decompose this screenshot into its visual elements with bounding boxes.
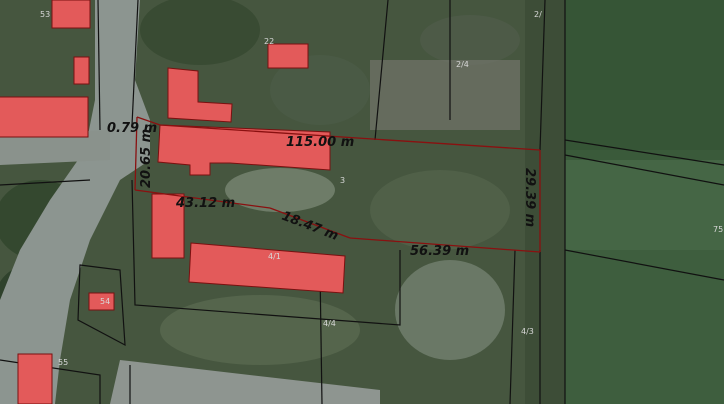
- building: [17, 353, 53, 404]
- plot-number-22: 22: [264, 37, 274, 46]
- plot-number-4-3: 4/3: [521, 327, 534, 336]
- plot-number-4-4: 4/4: [323, 319, 336, 328]
- plot-number-53: 53: [40, 10, 50, 19]
- cadastral-map[interactable]: 0.79 m 115.00 m 20.65 m 43.12 m 18.47 m …: [0, 0, 724, 404]
- building: [51, 0, 91, 29]
- measure-label-c: 20.65 m: [139, 129, 154, 188]
- plot-number-55: 55: [58, 358, 68, 367]
- building: [267, 43, 309, 69]
- plot-number-4-1: 4/1: [268, 252, 281, 261]
- building: [0, 96, 89, 138]
- plot-number-2: 2/: [534, 10, 542, 19]
- measure-label-g: 29.39 m: [522, 168, 537, 227]
- plot-number-75: 75: [713, 225, 723, 234]
- plot-number-54: 54: [100, 297, 110, 306]
- building: [73, 56, 90, 85]
- field-layer: [565, 0, 724, 404]
- plot-number-2-4: 2/4: [456, 60, 469, 69]
- measure-label-d: 43.12 m: [175, 196, 235, 211]
- measure-label-b: 115.00 m: [286, 135, 354, 150]
- measure-label-f: 56.39 m: [410, 244, 469, 259]
- plot-number-3: 3: [340, 176, 345, 185]
